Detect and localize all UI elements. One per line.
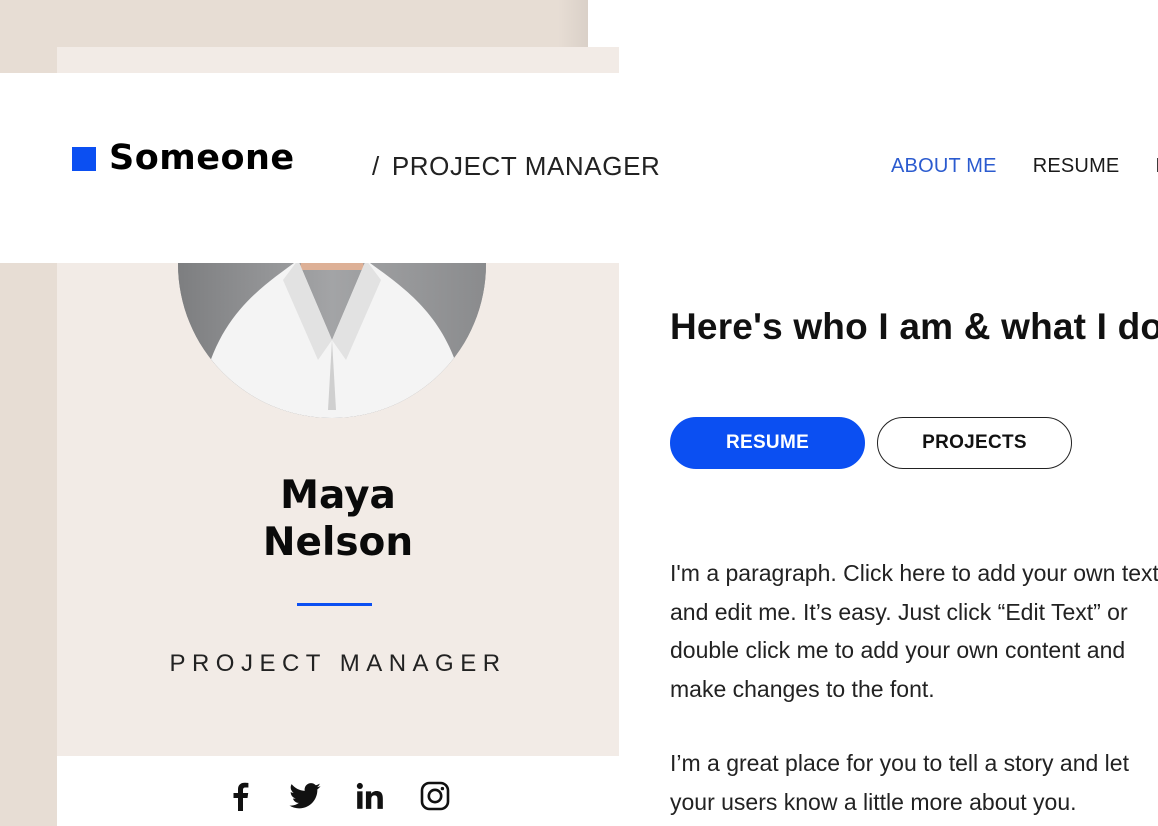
nav-item-resume[interactable]: RESUME [1033,155,1120,178]
profile-role: PROJECT MANAGER [169,650,507,677]
page: Someone / PROJECT MANAGER ABOUT ME RESUME… [0,0,1158,826]
header-role-text: PROJECT MANAGER [391,151,661,181]
projects-button[interactable]: PROJECTS [877,417,1072,469]
paragraph-line: and edit me. It’s easy. Just click “Edit… [670,598,1128,625]
site-logo[interactable]: Someone [72,141,295,176]
resume-button[interactable]: RESUME [670,417,865,469]
paragraph-line: make changes to the font. [670,675,935,702]
logo-square-icon [72,146,96,171]
facebook-icon[interactable] [222,778,258,814]
header-role: / PROJECT MANAGER [372,151,660,182]
site-header: Someone / PROJECT MANAGER ABOUT ME RESUME… [0,73,1158,263]
paragraph-line: double click me to add your own content … [670,637,1126,663]
twitter-icon[interactable] [287,778,323,814]
role-slash: / [372,151,380,181]
about-heading: Here's who I am & what I do [670,306,1158,347]
last-name: Nelson [262,520,414,565]
about-paragraph-1: I'm a paragraph. Click here to add your … [670,554,1158,708]
paragraph-line: your users know a little more about you. [670,788,1077,815]
instagram-icon[interactable] [417,778,453,814]
profile-name: Maya Nelson [57,472,619,566]
about-paragraph-2: I’m a great place for you to tell a stor… [670,744,1158,821]
name-divider [297,603,372,606]
paragraph-line: I’m a great place for you to tell a stor… [670,750,1129,776]
paragraph-line: I'm a paragraph. Click here to add your … [670,560,1158,586]
main-nav: ABOUT ME RESUME F [891,155,1158,178]
social-bar [222,778,453,814]
linkedin-icon[interactable] [352,778,388,814]
nav-item-about-me[interactable]: ABOUT ME [891,155,997,178]
first-name: Maya [280,473,396,518]
logo-text: Someone [109,138,295,178]
